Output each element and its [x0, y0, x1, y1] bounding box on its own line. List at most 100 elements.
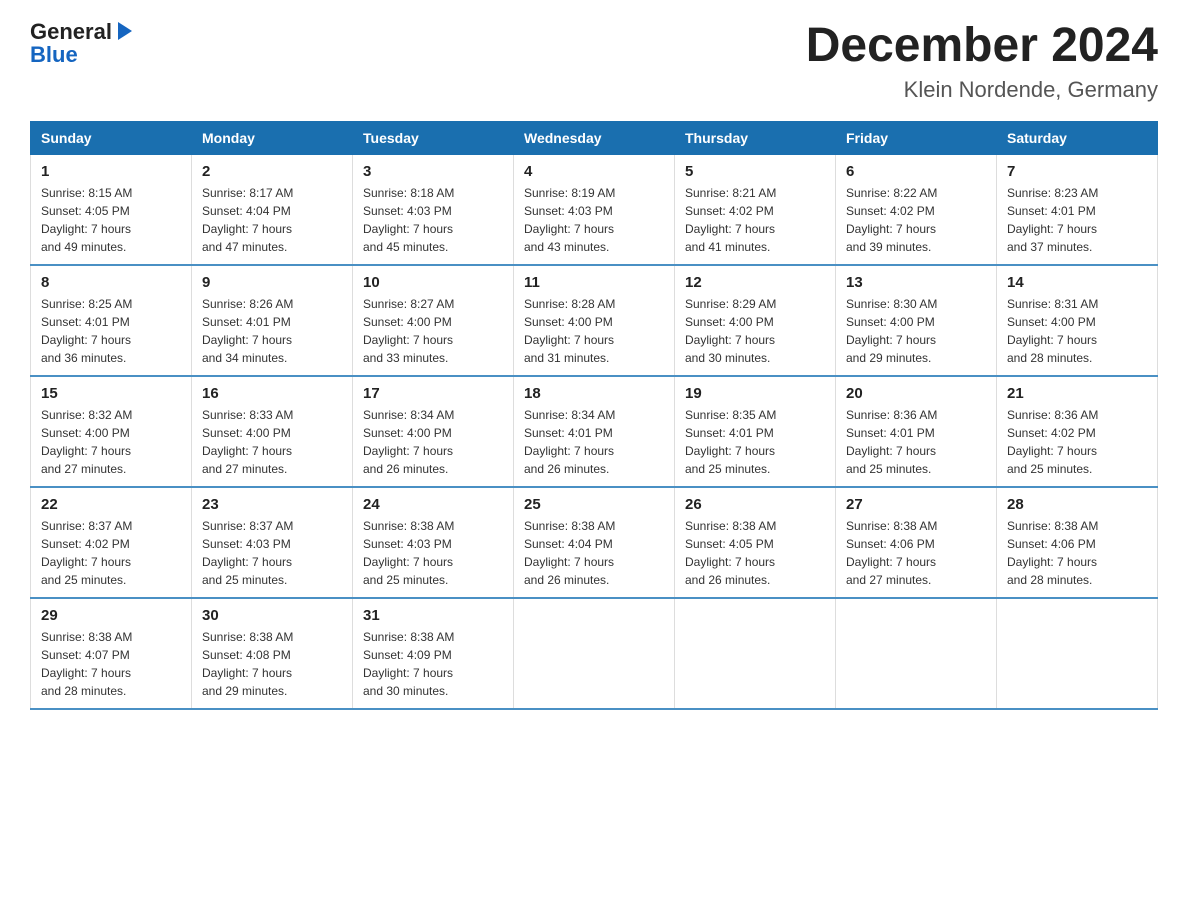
day-number: 21 — [1007, 385, 1147, 402]
header-tuesday: Tuesday — [353, 121, 514, 154]
day-number: 17 — [363, 385, 503, 402]
day-info: Sunrise: 8:19 AMSunset: 4:03 PMDaylight:… — [524, 186, 615, 254]
day-number: 24 — [363, 496, 503, 513]
header-row: Sunday Monday Tuesday Wednesday Thursday… — [31, 121, 1158, 154]
day-info: Sunrise: 8:15 AMSunset: 4:05 PMDaylight:… — [41, 186, 132, 254]
day-number: 8 — [41, 274, 181, 291]
day-info: Sunrise: 8:23 AMSunset: 4:01 PMDaylight:… — [1007, 186, 1098, 254]
day-cell: 11 Sunrise: 8:28 AMSunset: 4:00 PMDaylig… — [514, 265, 675, 376]
logo-general: General — [30, 20, 112, 44]
calendar-location: Klein Nordende, Germany — [806, 77, 1158, 103]
day-info: Sunrise: 8:38 AMSunset: 4:06 PMDaylight:… — [846, 519, 937, 587]
day-number: 4 — [524, 163, 664, 180]
day-info: Sunrise: 8:36 AMSunset: 4:02 PMDaylight:… — [1007, 408, 1098, 476]
day-number: 10 — [363, 274, 503, 291]
day-cell: 28 Sunrise: 8:38 AMSunset: 4:06 PMDaylig… — [997, 487, 1158, 598]
day-cell: 24 Sunrise: 8:38 AMSunset: 4:03 PMDaylig… — [353, 487, 514, 598]
day-info: Sunrise: 8:38 AMSunset: 4:05 PMDaylight:… — [685, 519, 776, 587]
day-cell: 18 Sunrise: 8:34 AMSunset: 4:01 PMDaylig… — [514, 376, 675, 487]
day-info: Sunrise: 8:37 AMSunset: 4:02 PMDaylight:… — [41, 519, 132, 587]
day-number: 14 — [1007, 274, 1147, 291]
day-info: Sunrise: 8:38 AMSunset: 4:06 PMDaylight:… — [1007, 519, 1098, 587]
day-cell: 7 Sunrise: 8:23 AMSunset: 4:01 PMDayligh… — [997, 154, 1158, 265]
day-cell: 27 Sunrise: 8:38 AMSunset: 4:06 PMDaylig… — [836, 487, 997, 598]
week-row-5: 29 Sunrise: 8:38 AMSunset: 4:07 PMDaylig… — [31, 598, 1158, 709]
day-number: 7 — [1007, 163, 1147, 180]
day-number: 29 — [41, 607, 181, 624]
week-row-3: 15 Sunrise: 8:32 AMSunset: 4:00 PMDaylig… — [31, 376, 1158, 487]
day-number: 31 — [363, 607, 503, 624]
day-cell: 2 Sunrise: 8:17 AMSunset: 4:04 PMDayligh… — [192, 154, 353, 265]
day-cell: 23 Sunrise: 8:37 AMSunset: 4:03 PMDaylig… — [192, 487, 353, 598]
day-number: 9 — [202, 274, 342, 291]
day-cell: 21 Sunrise: 8:36 AMSunset: 4:02 PMDaylig… — [997, 376, 1158, 487]
calendar-title: December 2024 — [806, 20, 1158, 73]
day-cell: 6 Sunrise: 8:22 AMSunset: 4:02 PMDayligh… — [836, 154, 997, 265]
day-number: 28 — [1007, 496, 1147, 513]
day-cell: 19 Sunrise: 8:35 AMSunset: 4:01 PMDaylig… — [675, 376, 836, 487]
day-cell: 13 Sunrise: 8:30 AMSunset: 4:00 PMDaylig… — [836, 265, 997, 376]
day-cell: 26 Sunrise: 8:38 AMSunset: 4:05 PMDaylig… — [675, 487, 836, 598]
logo: General Blue — [30, 20, 136, 68]
day-info: Sunrise: 8:34 AMSunset: 4:01 PMDaylight:… — [524, 408, 615, 476]
logo-blue: Blue — [30, 42, 78, 68]
day-info: Sunrise: 8:25 AMSunset: 4:01 PMDaylight:… — [41, 297, 132, 365]
day-info: Sunrise: 8:17 AMSunset: 4:04 PMDaylight:… — [202, 186, 293, 254]
day-cell: 3 Sunrise: 8:18 AMSunset: 4:03 PMDayligh… — [353, 154, 514, 265]
day-cell — [836, 598, 997, 709]
day-number: 23 — [202, 496, 342, 513]
day-cell — [675, 598, 836, 709]
day-cell: 9 Sunrise: 8:26 AMSunset: 4:01 PMDayligh… — [192, 265, 353, 376]
day-cell: 22 Sunrise: 8:37 AMSunset: 4:02 PMDaylig… — [31, 487, 192, 598]
day-number: 26 — [685, 496, 825, 513]
day-cell: 12 Sunrise: 8:29 AMSunset: 4:00 PMDaylig… — [675, 265, 836, 376]
day-cell: 1 Sunrise: 8:15 AMSunset: 4:05 PMDayligh… — [31, 154, 192, 265]
day-number: 3 — [363, 163, 503, 180]
day-cell: 14 Sunrise: 8:31 AMSunset: 4:00 PMDaylig… — [997, 265, 1158, 376]
logo-arrow-icon — [114, 20, 136, 42]
day-cell: 25 Sunrise: 8:38 AMSunset: 4:04 PMDaylig… — [514, 487, 675, 598]
day-number: 5 — [685, 163, 825, 180]
day-cell: 16 Sunrise: 8:33 AMSunset: 4:00 PMDaylig… — [192, 376, 353, 487]
day-info: Sunrise: 8:26 AMSunset: 4:01 PMDaylight:… — [202, 297, 293, 365]
day-cell — [514, 598, 675, 709]
day-info: Sunrise: 8:33 AMSunset: 4:00 PMDaylight:… — [202, 408, 293, 476]
day-info: Sunrise: 8:31 AMSunset: 4:00 PMDaylight:… — [1007, 297, 1098, 365]
day-info: Sunrise: 8:22 AMSunset: 4:02 PMDaylight:… — [846, 186, 937, 254]
day-number: 27 — [846, 496, 986, 513]
day-info: Sunrise: 8:38 AMSunset: 4:09 PMDaylight:… — [363, 630, 454, 698]
day-info: Sunrise: 8:35 AMSunset: 4:01 PMDaylight:… — [685, 408, 776, 476]
day-info: Sunrise: 8:32 AMSunset: 4:00 PMDaylight:… — [41, 408, 132, 476]
day-number: 30 — [202, 607, 342, 624]
day-info: Sunrise: 8:27 AMSunset: 4:00 PMDaylight:… — [363, 297, 454, 365]
day-number: 6 — [846, 163, 986, 180]
day-number: 25 — [524, 496, 664, 513]
header-friday: Friday — [836, 121, 997, 154]
day-info: Sunrise: 8:38 AMSunset: 4:08 PMDaylight:… — [202, 630, 293, 698]
day-cell — [997, 598, 1158, 709]
day-number: 15 — [41, 385, 181, 402]
title-block: December 2024 Klein Nordende, Germany — [806, 20, 1158, 103]
day-number: 13 — [846, 274, 986, 291]
day-cell: 5 Sunrise: 8:21 AMSunset: 4:02 PMDayligh… — [675, 154, 836, 265]
day-info: Sunrise: 8:21 AMSunset: 4:02 PMDaylight:… — [685, 186, 776, 254]
page-header: General Blue December 2024 Klein Nordend… — [30, 20, 1158, 103]
day-cell: 31 Sunrise: 8:38 AMSunset: 4:09 PMDaylig… — [353, 598, 514, 709]
header-thursday: Thursday — [675, 121, 836, 154]
day-info: Sunrise: 8:38 AMSunset: 4:03 PMDaylight:… — [363, 519, 454, 587]
header-saturday: Saturday — [997, 121, 1158, 154]
day-cell: 20 Sunrise: 8:36 AMSunset: 4:01 PMDaylig… — [836, 376, 997, 487]
day-cell: 10 Sunrise: 8:27 AMSunset: 4:00 PMDaylig… — [353, 265, 514, 376]
day-info: Sunrise: 8:34 AMSunset: 4:00 PMDaylight:… — [363, 408, 454, 476]
day-cell: 4 Sunrise: 8:19 AMSunset: 4:03 PMDayligh… — [514, 154, 675, 265]
day-cell: 29 Sunrise: 8:38 AMSunset: 4:07 PMDaylig… — [31, 598, 192, 709]
day-number: 16 — [202, 385, 342, 402]
day-cell: 30 Sunrise: 8:38 AMSunset: 4:08 PMDaylig… — [192, 598, 353, 709]
header-monday: Monday — [192, 121, 353, 154]
day-number: 2 — [202, 163, 342, 180]
header-sunday: Sunday — [31, 121, 192, 154]
day-cell: 8 Sunrise: 8:25 AMSunset: 4:01 PMDayligh… — [31, 265, 192, 376]
calendar-body: 1 Sunrise: 8:15 AMSunset: 4:05 PMDayligh… — [31, 154, 1158, 709]
day-number: 12 — [685, 274, 825, 291]
day-info: Sunrise: 8:37 AMSunset: 4:03 PMDaylight:… — [202, 519, 293, 587]
